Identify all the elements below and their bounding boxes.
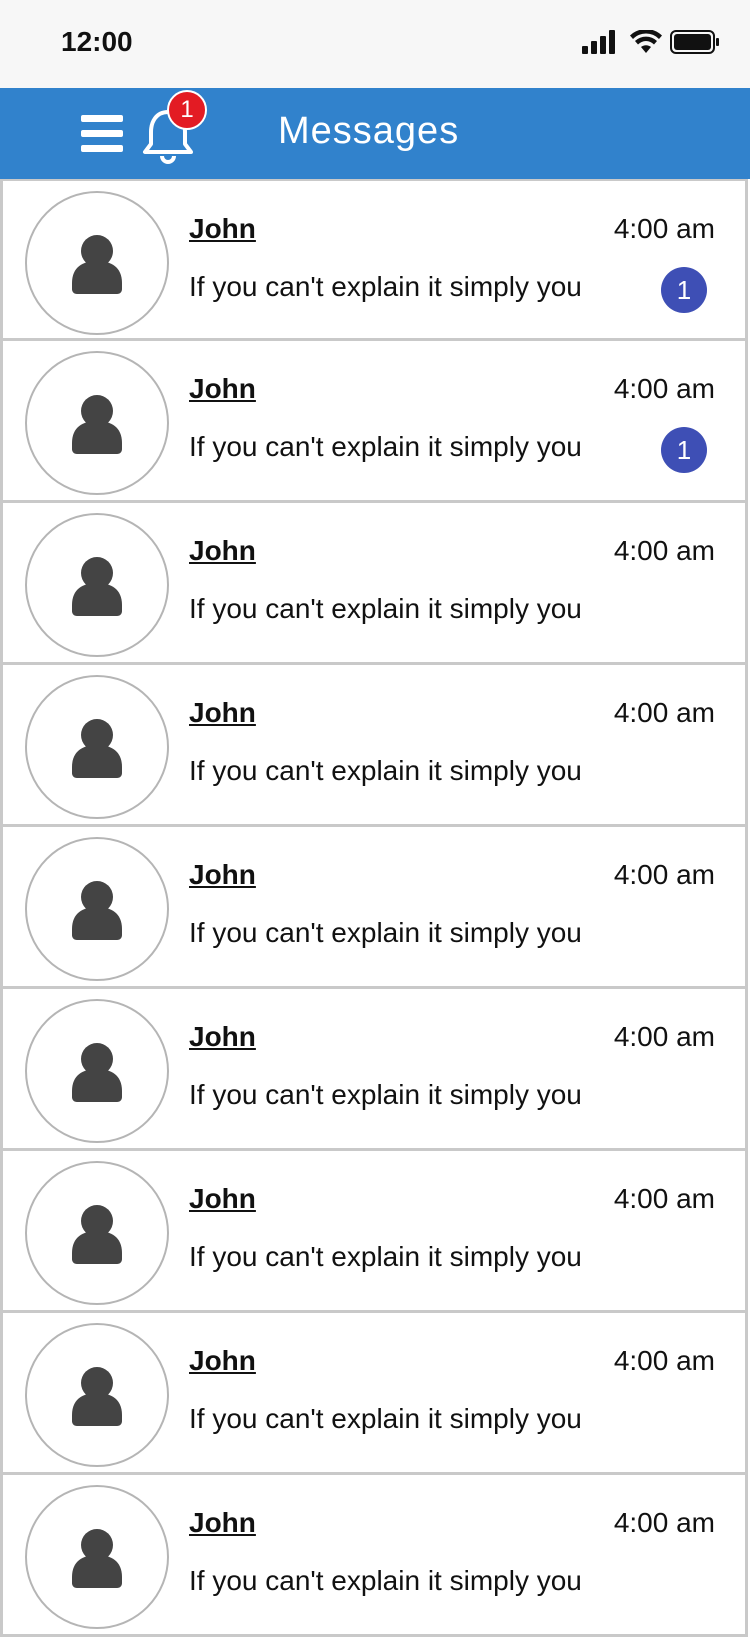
status-time: 12:00	[61, 26, 133, 57]
message-time: 4:00 am	[613, 1021, 715, 1052]
message-time: 4:00 am	[613, 213, 715, 244]
avatar	[25, 1323, 169, 1467]
avatar	[25, 1485, 169, 1629]
unread-count-badge: 1	[661, 267, 707, 313]
message-row[interactable]: John 4:00 am If you can't explain it sim…	[0, 665, 748, 827]
notification-count-badge: 1	[167, 90, 207, 130]
avatar	[25, 351, 169, 495]
menu-button[interactable]	[81, 115, 123, 153]
cellular-signal-icon	[582, 30, 615, 54]
user-avatar-icon	[72, 557, 122, 616]
user-avatar-icon	[72, 1205, 122, 1264]
wifi-icon	[630, 30, 662, 53]
user-avatar-icon	[72, 719, 122, 778]
user-avatar-icon	[72, 1043, 122, 1102]
avatar	[25, 513, 169, 657]
message-preview: If you can't explain it simply you	[189, 1079, 582, 1110]
message-time: 4:00 am	[613, 859, 715, 890]
message-preview: If you can't explain it simply you	[189, 755, 582, 786]
sender-name[interactable]: John	[189, 697, 256, 729]
user-avatar-icon	[72, 1529, 122, 1588]
user-avatar-icon	[72, 881, 122, 940]
message-preview: If you can't explain it simply you	[189, 1403, 582, 1434]
message-preview: If you can't explain it simply you	[189, 1241, 582, 1272]
user-avatar-icon	[72, 395, 122, 454]
sender-name[interactable]: John	[189, 373, 256, 405]
user-avatar-icon	[72, 1367, 122, 1426]
avatar	[25, 837, 169, 981]
user-avatar-icon	[72, 235, 122, 294]
message-preview: If you can't explain it simply you	[189, 431, 582, 462]
status-icons	[582, 30, 722, 60]
sender-name[interactable]: John	[189, 859, 256, 891]
sender-name[interactable]: John	[189, 535, 256, 567]
message-row[interactable]: John 4:00 am If you can't explain it sim…	[0, 1151, 748, 1313]
message-time: 4:00 am	[613, 1507, 715, 1538]
message-time: 4:00 am	[613, 1345, 715, 1376]
avatar	[25, 1161, 169, 1305]
message-row[interactable]: John 4:00 am If you can't explain it sim…	[0, 989, 748, 1151]
sender-name[interactable]: John	[189, 213, 256, 245]
message-time: 4:00 am	[613, 535, 715, 566]
message-preview: If you can't explain it simply you	[189, 917, 582, 948]
status-bar: 12:00	[0, 0, 750, 88]
message-preview: If you can't explain it simply you	[189, 593, 582, 624]
sender-name[interactable]: John	[189, 1345, 256, 1377]
sender-name[interactable]: John	[189, 1183, 256, 1215]
avatar	[25, 675, 169, 819]
message-preview: If you can't explain it simply you	[189, 271, 582, 302]
page-title: Messages	[278, 110, 460, 152]
sender-name[interactable]: John	[189, 1021, 256, 1053]
message-row[interactable]: John 4:00 am If you can't explain it sim…	[0, 341, 748, 503]
message-row[interactable]: John 4:00 am If you can't explain it sim…	[0, 1475, 748, 1637]
message-row[interactable]: John 4:00 am If you can't explain it sim…	[0, 1313, 748, 1475]
message-list: John 4:00 am If you can't explain it sim…	[0, 179, 750, 1637]
message-time: 4:00 am	[613, 697, 715, 728]
message-preview: If you can't explain it simply you	[189, 1565, 582, 1596]
app-header: 1 Messages	[0, 88, 750, 179]
battery-icon	[670, 30, 719, 54]
sender-name[interactable]: John	[189, 1507, 256, 1539]
avatar	[25, 999, 169, 1143]
message-row[interactable]: John 4:00 am If you can't explain it sim…	[0, 503, 748, 665]
message-row[interactable]: John 4:00 am If you can't explain it sim…	[0, 179, 748, 341]
message-time: 4:00 am	[613, 373, 715, 404]
hamburger-menu-icon	[81, 115, 123, 122]
message-time: 4:00 am	[613, 1183, 715, 1214]
unread-count-badge: 1	[661, 427, 707, 473]
avatar	[25, 191, 169, 335]
message-row[interactable]: John 4:00 am If you can't explain it sim…	[0, 827, 748, 989]
